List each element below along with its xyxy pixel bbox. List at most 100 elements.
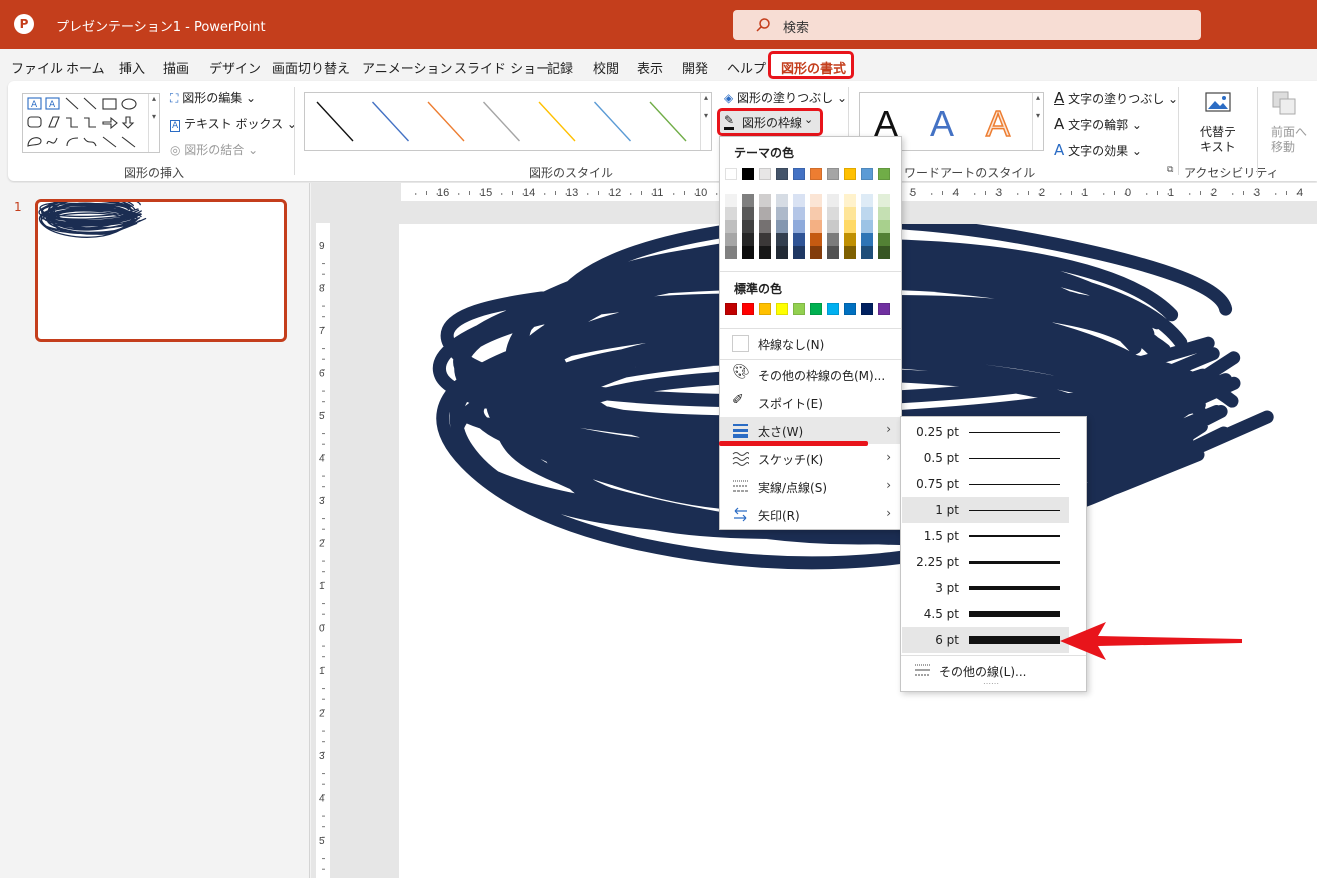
theme-shade-swatch[interactable] [776, 194, 788, 207]
standard-color-swatch[interactable] [776, 303, 788, 315]
wordart-sample-orange[interactable]: A [985, 102, 1011, 145]
theme-shade-swatch[interactable] [759, 233, 771, 246]
theme-shade-swatch[interactable] [827, 207, 839, 220]
text-effects-button[interactable]: A 文字の効果 ⌄ [1054, 141, 1142, 159]
shapes-gallery-scroll[interactable]: ▴ ▾ [148, 94, 159, 152]
tab-file[interactable]: ファイル [11, 58, 63, 77]
search-box[interactable]: 検索 [733, 10, 1201, 40]
theme-shade-swatch[interactable] [810, 220, 822, 233]
theme-shade-swatch[interactable] [827, 220, 839, 233]
theme-shade-swatch[interactable] [844, 194, 856, 207]
dashes-item[interactable]: 実線/点線(S) › [720, 473, 901, 500]
tab-draw[interactable]: 描画 [163, 58, 189, 77]
dialog-launcher-icon[interactable]: ⧉ [1167, 165, 1173, 175]
resize-grip-icon[interactable]: ⋯⋯ [983, 679, 999, 688]
tab-home[interactable]: ホーム [66, 58, 105, 77]
theme-shade-swatch[interactable] [759, 246, 771, 259]
line-style-sample[interactable] [538, 101, 576, 142]
theme-shade-swatch[interactable] [725, 233, 737, 246]
theme-color-swatch[interactable] [810, 168, 822, 180]
theme-color-swatch[interactable] [861, 168, 873, 180]
standard-color-swatch[interactable] [759, 303, 771, 315]
theme-shade-swatch[interactable] [878, 233, 890, 246]
tab-help[interactable]: ヘルプ [727, 58, 766, 77]
theme-shade-swatch[interactable] [810, 233, 822, 246]
shape-fill-button[interactable]: ◈ 図形の塗りつぶし ⌄ [724, 89, 847, 106]
theme-shade-swatch[interactable] [725, 194, 737, 207]
theme-shade-swatch[interactable] [878, 207, 890, 220]
shapes-gallery[interactable]: A A ▴ ▾ [22, 93, 160, 153]
theme-color-swatch[interactable] [793, 168, 805, 180]
theme-shade-swatch[interactable] [793, 194, 805, 207]
tab-design[interactable]: デザイン [209, 58, 261, 77]
weight-option[interactable]: 0.5 pt [902, 445, 1069, 471]
theme-shade-swatch[interactable] [759, 220, 771, 233]
theme-shade-swatch[interactable] [861, 194, 873, 207]
theme-shade-swatch[interactable] [844, 220, 856, 233]
theme-color-swatch[interactable] [827, 168, 839, 180]
text-outline-button[interactable]: A 文字の輪郭 ⌄ [1054, 115, 1142, 133]
slide-thumbnail[interactable] [35, 199, 287, 342]
merge-shapes-button[interactable]: ◎ 図形の結合 ⌄ [170, 141, 258, 158]
theme-shade-swatch[interactable] [844, 207, 856, 220]
theme-color-swatch[interactable] [725, 168, 737, 180]
line-style-sample[interactable] [427, 101, 465, 142]
tab-developer[interactable]: 開発 [682, 58, 708, 77]
edit-shape-button[interactable]: ⛶ 図形の編集 ⌄ [170, 89, 256, 106]
theme-shade-swatch[interactable] [725, 207, 737, 220]
theme-shade-swatch[interactable] [844, 233, 856, 246]
weight-option[interactable]: 2.25 pt [902, 549, 1069, 575]
tab-record[interactable]: 記録 [547, 58, 573, 77]
theme-shade-swatch[interactable] [793, 207, 805, 220]
theme-shade-swatch[interactable] [861, 233, 873, 246]
weight-option[interactable]: 6 pt [902, 627, 1069, 653]
standard-color-swatch[interactable] [725, 303, 737, 315]
bring-forward-button[interactable]: 前面へ 移動 [1266, 87, 1317, 157]
tab-animations[interactable]: アニメーション [362, 58, 452, 77]
line-style-sample[interactable] [316, 101, 354, 142]
text-fill-button[interactable]: A 文字の塗りつぶし ⌄ [1054, 89, 1178, 107]
shape-styles-gallery[interactable]: ▴ ▾ [304, 92, 712, 151]
weight-option[interactable]: 3 pt [902, 575, 1069, 601]
theme-shade-swatch[interactable] [742, 246, 754, 259]
text-box-button[interactable]: A テキスト ボックス ⌄ [170, 115, 297, 132]
weight-option[interactable]: 0.25 pt [902, 419, 1069, 445]
weight-option[interactable]: 4.5 pt [902, 601, 1069, 627]
sketched-item[interactable]: スケッチ(K) › [720, 445, 901, 472]
wordart-gallery-scroll[interactable]: ▴ ▾ [1032, 93, 1043, 150]
arrows-item[interactable]: 矢印(R) › [720, 501, 901, 528]
theme-color-swatch[interactable] [844, 168, 856, 180]
theme-shade-swatch[interactable] [776, 207, 788, 220]
theme-shade-swatch[interactable] [793, 246, 805, 259]
theme-shade-swatch[interactable] [827, 194, 839, 207]
standard-color-swatch[interactable] [827, 303, 839, 315]
theme-shade-swatch[interactable] [827, 233, 839, 246]
theme-color-swatch[interactable] [742, 168, 754, 180]
weight-option[interactable]: 0.75 pt [902, 471, 1069, 497]
standard-color-swatch[interactable] [844, 303, 856, 315]
eyedropper-item[interactable]: ✐ スポイト(E) [720, 389, 901, 416]
theme-color-swatch[interactable] [878, 168, 890, 180]
theme-shade-swatch[interactable] [810, 246, 822, 259]
line-style-sample[interactable] [649, 101, 687, 142]
standard-color-swatch[interactable] [742, 303, 754, 315]
tab-view[interactable]: 表示 [637, 58, 663, 77]
wordart-sample-blue[interactable]: A [930, 103, 954, 145]
line-style-sample[interactable] [482, 101, 521, 142]
alt-text-button[interactable]: 代替テ キスト [1190, 87, 1246, 157]
theme-shade-swatch[interactable] [725, 246, 737, 259]
theme-shade-swatch[interactable] [742, 233, 754, 246]
theme-shade-swatch[interactable] [759, 207, 771, 220]
line-style-sample[interactable] [371, 101, 410, 142]
tab-shape-format[interactable]: 図形の書式 [768, 51, 854, 79]
theme-shade-swatch[interactable] [861, 207, 873, 220]
theme-shade-swatch[interactable] [810, 194, 822, 207]
theme-shade-swatch[interactable] [793, 220, 805, 233]
theme-shade-swatch[interactable] [776, 246, 788, 259]
tab-slideshow[interactable]: スライド ショー [454, 58, 549, 77]
theme-shade-swatch[interactable] [878, 246, 890, 259]
no-outline-item[interactable]: 枠線なし(N) [720, 330, 901, 357]
tab-transitions[interactable]: 画面切り替え [272, 58, 350, 77]
theme-shade-swatch[interactable] [878, 194, 890, 207]
theme-shade-swatch[interactable] [861, 220, 873, 233]
